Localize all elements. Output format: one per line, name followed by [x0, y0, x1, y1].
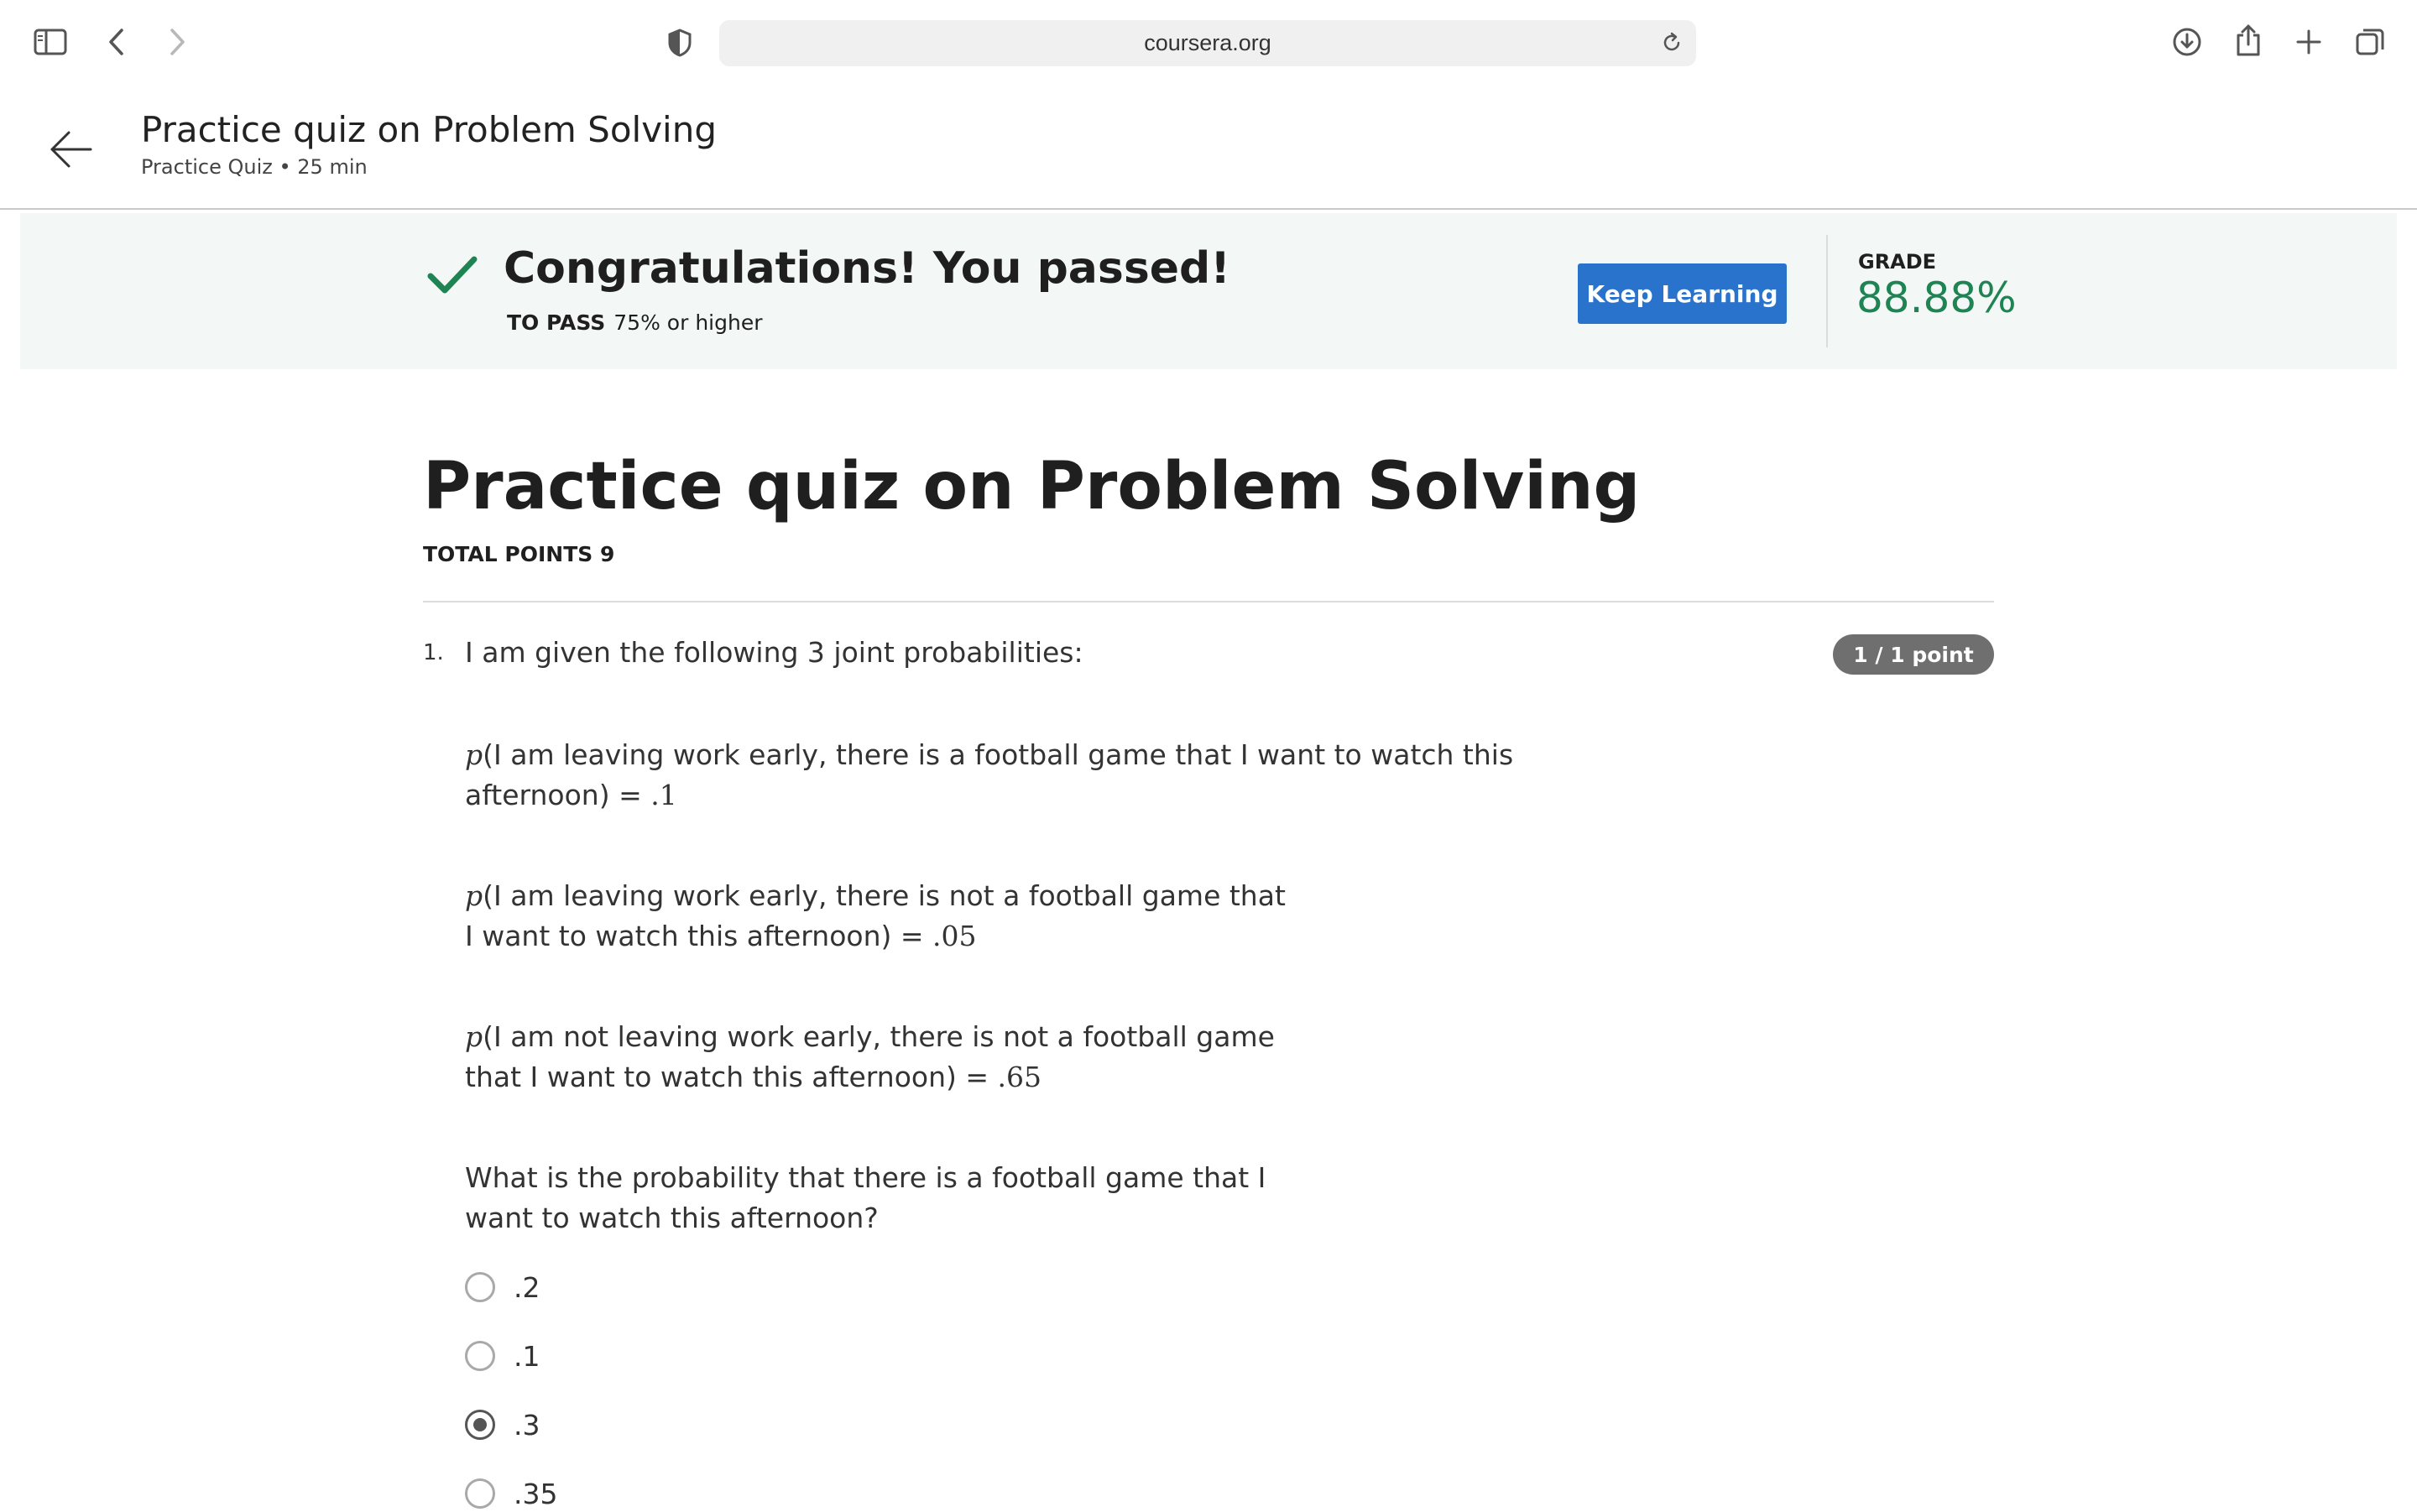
tabs-overview-icon[interactable]	[2353, 25, 2387, 59]
points-badge: 1 / 1 point	[1833, 634, 1994, 675]
statement-value: .65	[997, 1061, 1041, 1093]
answer-option[interactable]: .3	[465, 1406, 540, 1443]
option-label: .1	[514, 1339, 540, 1373]
probability-statement: p(I am leaving work early, there is not …	[465, 876, 1286, 957]
plus-icon[interactable]	[2293, 25, 2325, 59]
statement-value: .1	[650, 779, 677, 811]
page-header: Practice quiz on Problem Solving Practic…	[0, 84, 2417, 210]
prob-var: p	[465, 738, 483, 771]
address-bar[interactable]: coursera.org	[719, 20, 1696, 66]
share-icon[interactable]	[2232, 22, 2264, 59]
grade-value: 88.88%	[1856, 274, 2017, 322]
radio-button[interactable]	[465, 1272, 495, 1302]
url-text: coursera.org	[1144, 30, 1271, 55]
chevron-right-icon[interactable]	[164, 25, 190, 59]
statement-line1: (I am leaving work early, there is not a…	[483, 879, 1286, 912]
chevron-left-icon[interactable]	[104, 25, 129, 59]
question-prompt: What is the probability that there is a …	[465, 1158, 1266, 1238]
shield-icon[interactable]	[665, 27, 695, 59]
grade-label: GRADE	[1858, 250, 1937, 274]
keep-learning-button[interactable]: Keep Learning	[1578, 263, 1787, 324]
question-number: 1.	[423, 640, 444, 665]
header-subtitle: Practice Quiz • 25 min	[141, 155, 368, 179]
pass-requirement: TO PASS 75% or higher	[507, 310, 762, 335]
radio-button[interactable]	[465, 1341, 495, 1371]
back-arrow-icon[interactable]	[47, 126, 94, 173]
prob-var: p	[465, 879, 483, 912]
grade-divider	[1826, 235, 1828, 347]
answer-option[interactable]: .2	[465, 1269, 540, 1306]
statement-line1: (I am not leaving work early, there is n…	[483, 1020, 1275, 1053]
download-icon[interactable]	[2170, 25, 2204, 59]
option-label: .35	[514, 1477, 558, 1510]
pass-message: Congratulations! You passed!	[504, 243, 1230, 294]
to-pass-value: 75% or higher	[613, 310, 763, 335]
statement-line2: afternoon) =	[465, 779, 651, 811]
probability-statement: p(I am leaving work early, there is a fo…	[465, 735, 1513, 816]
prompt-line1: What is the probability that there is a …	[465, 1161, 1266, 1194]
sidebar-icon[interactable]	[32, 25, 69, 59]
statement-value: .05	[932, 920, 977, 952]
checkmark-icon	[426, 252, 478, 299]
total-points: TOTAL POINTS 9	[423, 542, 615, 566]
reload-icon[interactable]	[1659, 30, 1684, 55]
browser-toolbar: coursera.org	[0, 0, 2417, 84]
radio-button[interactable]	[465, 1478, 495, 1509]
answer-option[interactable]: .1	[465, 1337, 540, 1374]
option-label: .3	[514, 1408, 540, 1442]
divider	[423, 601, 1994, 602]
statement-line2: that I want to watch this afternoon) =	[465, 1061, 998, 1093]
option-label: .2	[514, 1270, 540, 1304]
statement-line1: (I am leaving work early, there is a foo…	[483, 738, 1514, 771]
prompt-line2: want to watch this afternoon?	[465, 1202, 879, 1234]
question-intro: I am given the following 3 joint probabi…	[465, 636, 1083, 669]
answer-option[interactable]: .35	[465, 1475, 557, 1512]
prob-var: p	[465, 1020, 483, 1053]
quiz-title: Practice quiz on Problem Solving	[423, 449, 1641, 524]
radio-button-selected[interactable]	[465, 1410, 495, 1440]
header-title: Practice quiz on Problem Solving	[141, 109, 718, 150]
statement-line2: I want to watch this afternoon) =	[465, 920, 933, 952]
probability-statement: p(I am not leaving work early, there is …	[465, 1017, 1275, 1098]
to-pass-label: TO PASS	[507, 310, 606, 335]
